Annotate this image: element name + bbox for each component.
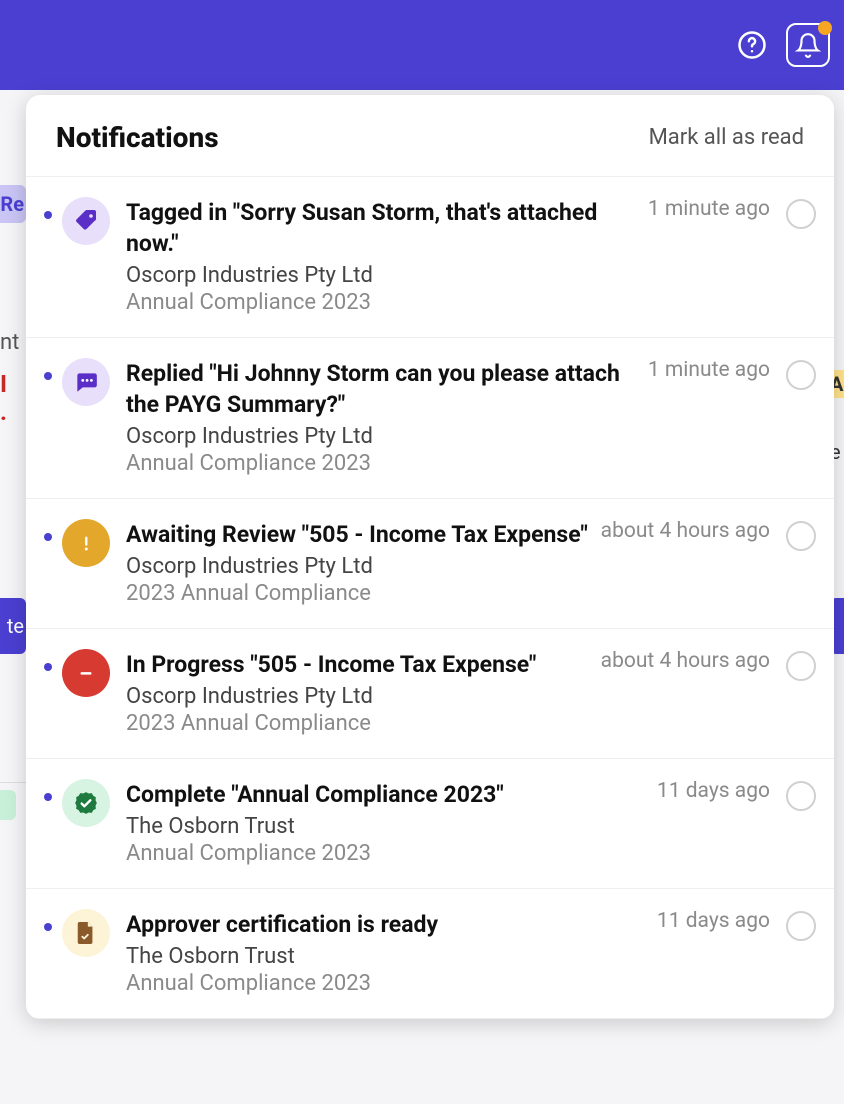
notification-context: 2023 Annual Compliance <box>126 581 770 606</box>
help-icon[interactable] <box>730 23 774 67</box>
notification-title: Tagged in "Sorry Susan Storm, that's att… <box>126 197 636 259</box>
notification-body: Complete "Annual Compliance 2023" 11 days… <box>126 779 770 866</box>
panel-header: Notifications Mark all as read <box>26 95 834 177</box>
notification-org: The Osborn Trust <box>126 814 770 839</box>
notification-context: Annual Compliance 2023 <box>126 971 770 996</box>
bg-fragment <box>0 790 16 820</box>
minus-icon <box>62 649 110 697</box>
chat-icon <box>62 358 110 406</box>
notification-org: Oscorp Industries Pty Ltd <box>126 263 770 288</box>
notification-time: 1 minute ago <box>648 358 770 382</box>
tag-icon <box>62 197 110 245</box>
notification-item[interactable]: Complete "Annual Compliance 2023" 11 days… <box>26 759 834 889</box>
notification-time: 11 days ago <box>657 909 770 933</box>
notification-item[interactable]: In Progress "505 - Income Tax Expense" ab… <box>26 629 834 759</box>
bg-fragment: nt <box>0 330 22 355</box>
notification-body: Replied "Hi Johnny Storm can you please … <box>126 358 770 476</box>
panel-title: Notifications <box>56 121 219 154</box>
notification-body: Awaiting Review "505 - Income Tax Expens… <box>126 519 770 606</box>
notification-org: The Osborn Trust <box>126 944 770 969</box>
dismiss-button[interactable] <box>786 781 816 811</box>
notifications-list: Tagged in "Sorry Susan Storm, that's att… <box>26 177 834 1019</box>
unread-indicator <box>44 372 52 380</box>
notification-item[interactable]: Approver certification is ready 11 days a… <box>26 889 834 1019</box>
dismiss-button[interactable] <box>786 651 816 681</box>
notification-title: In Progress "505 - Income Tax Expense" <box>126 649 536 680</box>
check-icon <box>62 779 110 827</box>
notification-context: Annual Compliance 2023 <box>126 451 770 476</box>
notification-time: about 4 hours ago <box>601 649 770 673</box>
notification-org: Oscorp Industries Pty Ltd <box>126 424 770 449</box>
doc-icon <box>62 909 110 957</box>
dismiss-button[interactable] <box>786 360 816 390</box>
notification-badge <box>818 21 832 35</box>
bg-fragment: te <box>0 598 26 654</box>
notification-item[interactable]: Tagged in "Sorry Susan Storm, that's att… <box>26 177 834 338</box>
notification-body: In Progress "505 - Income Tax Expense" ab… <box>126 649 770 736</box>
mark-all-as-read-button[interactable]: Mark all as read <box>649 125 804 150</box>
notification-item[interactable]: Replied "Hi Johnny Storm can you please … <box>26 338 834 499</box>
notification-body: Approver certification is ready 11 days a… <box>126 909 770 996</box>
unread-indicator <box>44 923 52 931</box>
dismiss-button[interactable] <box>786 911 816 941</box>
unread-indicator <box>44 793 52 801</box>
unread-indicator <box>44 533 52 541</box>
bg-fragment: I . <box>0 370 26 426</box>
dismiss-button[interactable] <box>786 199 816 229</box>
notification-context: 2023 Annual Compliance <box>126 711 770 736</box>
notification-time: about 4 hours ago <box>601 519 770 543</box>
notifications-panel: Notifications Mark all as read Tagged in… <box>26 95 834 1019</box>
unread-indicator <box>44 663 52 671</box>
notification-item[interactable]: Awaiting Review "505 - Income Tax Expens… <box>26 499 834 629</box>
notification-title: Complete "Annual Compliance 2023" <box>126 779 504 810</box>
notifications-bell-icon[interactable] <box>786 23 830 67</box>
top-bar <box>0 0 844 90</box>
unread-indicator <box>44 211 52 219</box>
notification-time: 11 days ago <box>657 779 770 803</box>
bg-fragment: Re <box>0 185 26 223</box>
notification-context: Annual Compliance 2023 <box>126 290 770 315</box>
notification-org: Oscorp Industries Pty Ltd <box>126 554 770 579</box>
warn-icon <box>62 519 110 567</box>
dismiss-button[interactable] <box>786 521 816 551</box>
notification-context: Annual Compliance 2023 <box>126 841 770 866</box>
notification-title: Approver certification is ready <box>126 909 438 940</box>
notification-time: 1 minute ago <box>648 197 770 221</box>
notification-title: Awaiting Review "505 - Income Tax Expens… <box>126 519 588 550</box>
notification-body: Tagged in "Sorry Susan Storm, that's att… <box>126 197 770 315</box>
notification-org: Oscorp Industries Pty Ltd <box>126 684 770 709</box>
notification-title: Replied "Hi Johnny Storm can you please … <box>126 358 636 420</box>
